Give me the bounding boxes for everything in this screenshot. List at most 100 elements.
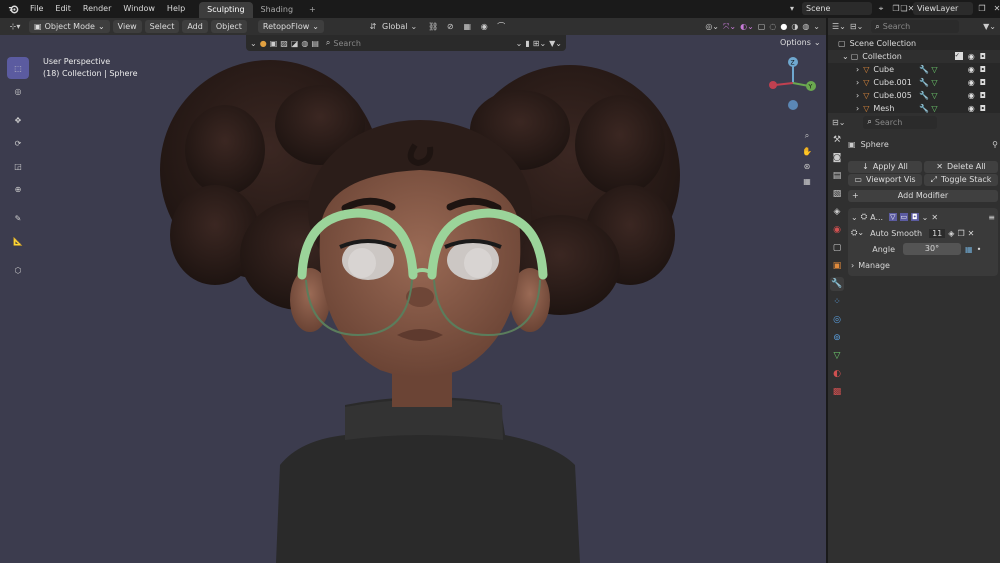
scene-icon[interactable]: ▾ bbox=[785, 4, 799, 13]
camera-icon[interactable]: ◘ bbox=[980, 78, 986, 87]
navigation-gizmo[interactable]: Z Y bbox=[765, 53, 825, 133]
shading-wireframe-icon[interactable]: ◌ bbox=[769, 22, 776, 31]
material-tab-icon[interactable]: ◐ bbox=[830, 367, 844, 381]
fake-user-icon[interactable]: ◈ bbox=[948, 229, 954, 238]
scene-field[interactable]: Scene bbox=[802, 2, 872, 15]
eye-icon[interactable]: ◉ bbox=[968, 52, 975, 61]
overlay-icon[interactable]: ◐⌄ bbox=[740, 22, 754, 31]
world-tab-icon[interactable]: ◉ bbox=[830, 223, 844, 237]
add-workspace-button[interactable]: + bbox=[301, 2, 324, 18]
user-count[interactable]: 11 bbox=[929, 228, 946, 238]
physics-tab-icon[interactable]: ◎ bbox=[830, 313, 844, 327]
scene-tab-icon[interactable]: ◈ bbox=[830, 205, 844, 219]
toggle-stack-button[interactable]: ⤢ Toggle Stack bbox=[924, 174, 998, 186]
scene-collection-row[interactable]: ▢ Scene Collection bbox=[828, 37, 1000, 50]
select-box-tool[interactable]: ⬚ bbox=[7, 57, 29, 79]
shading-material-icon[interactable]: ◑ bbox=[791, 22, 798, 31]
expand-chevron-icon[interactable]: › bbox=[851, 261, 854, 270]
scale-tool[interactable]: ◲ bbox=[7, 155, 29, 177]
outliner-search[interactable]: ⌕ Search bbox=[871, 20, 960, 33]
gizmo-icon[interactable]: ⤧⌄ bbox=[723, 22, 736, 32]
mode-dropdown[interactable]: ▣ Object Mode ⌄ bbox=[29, 20, 110, 33]
expand-chevron-icon[interactable]: › bbox=[856, 65, 859, 74]
menu-window[interactable]: Window bbox=[117, 0, 161, 18]
eye-icon[interactable]: ◉ bbox=[968, 104, 975, 113]
edit-mode-icon[interactable]: ▽ bbox=[889, 213, 897, 221]
modifier-name[interactable]: A... bbox=[870, 213, 886, 222]
texture-tab-icon[interactable]: ▩ bbox=[830, 385, 844, 399]
outliner-item[interactable]: › ▽ Mesh 🔧 ▽ ◉ ◘ bbox=[828, 102, 1000, 115]
tool-tab-icon[interactable]: ⚒ bbox=[830, 133, 844, 147]
image-icon[interactable]: ▨ bbox=[280, 39, 288, 48]
object-tab-icon[interactable]: ▣ bbox=[830, 259, 844, 273]
viewport-vis-button[interactable]: ▭ Viewport Vis bbox=[848, 174, 922, 186]
pin-icon[interactable]: ⌖ bbox=[875, 4, 887, 14]
viewport-search-input[interactable]: Search bbox=[333, 39, 512, 48]
expand-chevron-icon[interactable]: › bbox=[856, 91, 859, 100]
menu-render[interactable]: Render bbox=[77, 0, 117, 18]
chevron-down-icon[interactable]: ⌄ bbox=[922, 213, 929, 222]
render-toggle-icon[interactable]: ◘ bbox=[911, 213, 919, 221]
add-menu[interactable]: Add bbox=[182, 20, 208, 33]
snap-icon[interactable]: ⊘ bbox=[443, 22, 457, 31]
layout-icon[interactable]: ⊞⌄ bbox=[533, 39, 546, 48]
new-viewlayer-icon[interactable]: ❐ bbox=[976, 4, 988, 13]
camera-icon[interactable]: ◘ bbox=[980, 65, 986, 74]
expand-chevron-icon[interactable]: › bbox=[856, 78, 859, 87]
drag-handle-icon[interactable]: ≡ bbox=[988, 213, 995, 222]
tab-sculpting[interactable]: Sculpting bbox=[199, 2, 253, 18]
outliner-item[interactable]: › ▽ Cube.005 🔧 ▽ ◉ ◘ bbox=[828, 89, 1000, 102]
scene-small-icon[interactable]: ▤ bbox=[311, 39, 319, 48]
proportional-edit-icon[interactable]: ◉ bbox=[477, 22, 491, 31]
pin-icon[interactable]: ⚲ bbox=[992, 140, 998, 149]
perspective-toggle-icon[interactable]: ▦ bbox=[803, 177, 811, 186]
outliner-item[interactable]: › ▽ Cube 🔧 ▽ ◉ ◘ bbox=[828, 63, 1000, 76]
xray-icon[interactable]: ▢ bbox=[758, 22, 766, 31]
area-divider[interactable] bbox=[826, 18, 828, 563]
collapse-chevron-icon[interactable]: ⌄ bbox=[851, 213, 858, 222]
expand-chevron-icon[interactable]: › bbox=[856, 104, 859, 113]
box-icon[interactable]: ▣ bbox=[270, 39, 278, 48]
output-tab-icon[interactable]: ▤ bbox=[830, 169, 844, 183]
camera-icon[interactable]: ◘ bbox=[980, 91, 986, 100]
transform-label[interactable]: Global bbox=[382, 22, 408, 31]
eye-icon[interactable]: ◉ bbox=[968, 91, 975, 100]
object-menu[interactable]: Object bbox=[210, 20, 247, 33]
apply-all-button[interactable]: ↓ Apply All bbox=[848, 161, 922, 173]
zoom-icon[interactable]: ⌕ bbox=[805, 131, 809, 141]
camera-icon[interactable]: ◘ bbox=[980, 52, 986, 61]
chevron-down-icon[interactable]: ⌄ bbox=[250, 39, 257, 48]
3d-viewport[interactable]: ⌄ ● ▣ ▨ ◪ ◍ ▤ ⌕ Search ⌄ ▮ ⊞⌄ ▼⌄ User Pe… bbox=[0, 35, 826, 563]
retopoflow-menu[interactable]: RetopoFlow ⌄ bbox=[257, 20, 324, 33]
transform-tool[interactable]: ⊕ bbox=[7, 178, 29, 200]
menu-help[interactable]: Help bbox=[161, 0, 191, 18]
viewlayer-field[interactable]: ViewLayer bbox=[913, 2, 973, 15]
hand-pan-icon[interactable]: ✋ bbox=[802, 147, 812, 156]
bookmark-icon[interactable]: ▮ bbox=[525, 39, 529, 48]
camera-view-icon[interactable]: ⊛ bbox=[804, 162, 811, 171]
options-button[interactable]: Options ⌄ bbox=[780, 38, 821, 47]
particles-tab-icon[interactable]: ⁘ bbox=[830, 295, 844, 309]
transform-orientation-icon[interactable]: ⇵ bbox=[367, 22, 379, 31]
filter-icon[interactable]: ▼⌄ bbox=[549, 39, 562, 48]
chevron-down-icon[interactable]: ⌄ bbox=[411, 22, 418, 31]
filter-display-icon[interactable]: ⊟⌄ bbox=[850, 22, 863, 31]
editor-type-icon[interactable]: ⊹▾ bbox=[4, 22, 26, 31]
properties-search[interactable]: ⌕ Search bbox=[863, 115, 938, 129]
shading-rendered-icon[interactable]: ◍ bbox=[802, 22, 809, 31]
menu-file[interactable]: File bbox=[24, 0, 49, 18]
measure-tool[interactable]: 📐 bbox=[7, 230, 29, 252]
funnel-icon[interactable]: ▼⌄ bbox=[983, 22, 996, 31]
chevron-down-icon[interactable]: ⌄ bbox=[813, 22, 820, 31]
pivot-icon[interactable]: ⛓ bbox=[426, 22, 440, 31]
outliner-editor-icon[interactable]: ☰⌄ bbox=[832, 22, 846, 31]
annotate-tool[interactable]: ✎ bbox=[7, 207, 29, 229]
add-cube-tool[interactable]: ⬡ bbox=[7, 259, 29, 281]
constraints-tab-icon[interactable]: ⊚ bbox=[830, 331, 844, 345]
expand-chevron-icon[interactable]: ⌄ bbox=[842, 52, 849, 61]
viewport-toggle-icon[interactable]: ▭ bbox=[899, 213, 909, 221]
move-tool[interactable]: ✥ bbox=[7, 109, 29, 131]
delete-viewlayer-icon[interactable]: ✕ bbox=[991, 4, 1000, 13]
view-layer-tab-icon[interactable]: ▧ bbox=[830, 187, 844, 201]
brush-icon[interactable]: ◪ bbox=[291, 39, 299, 48]
